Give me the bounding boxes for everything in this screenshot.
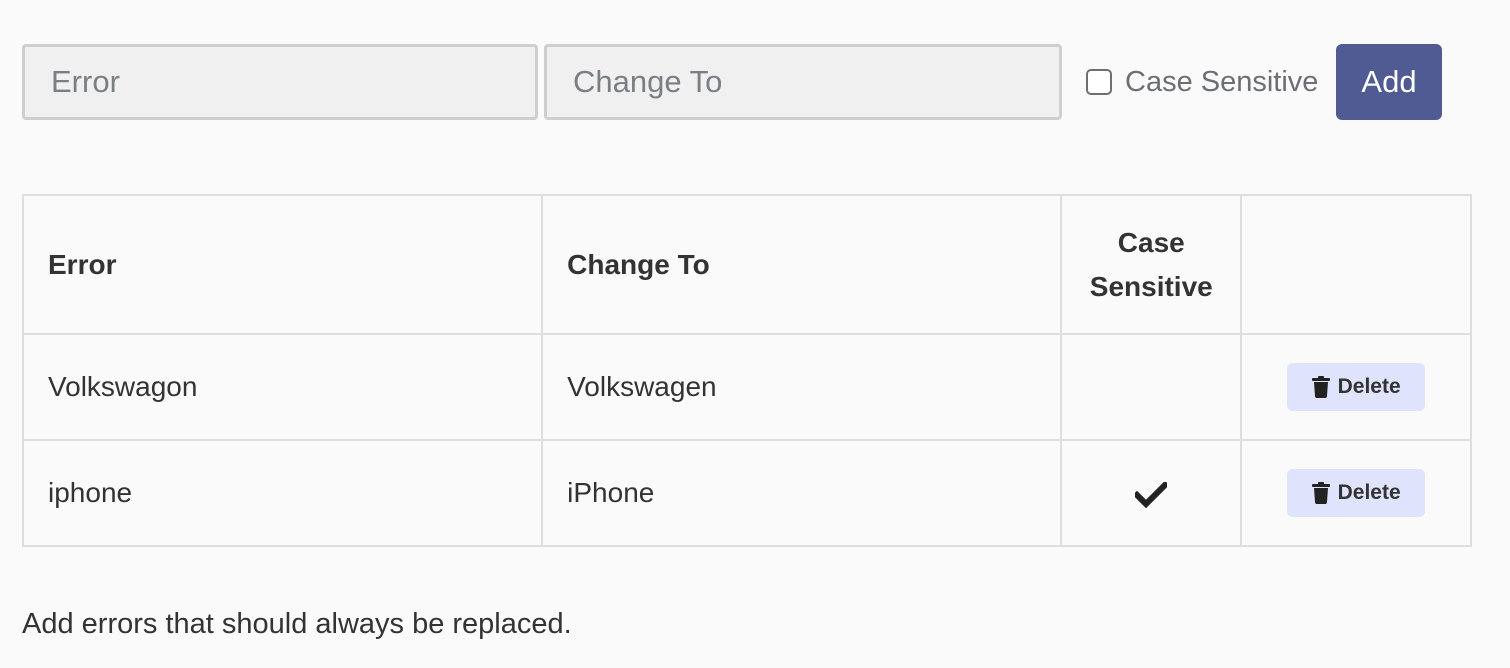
change-to-input[interactable] bbox=[544, 44, 1062, 120]
page: Case Sensitive Add Error Change To Case … bbox=[0, 0, 1510, 668]
error-input[interactable] bbox=[22, 44, 538, 120]
header-case-sensitive: Case Sensitive bbox=[1060, 194, 1243, 335]
add-button[interactable]: Add bbox=[1336, 44, 1442, 120]
row-actions: Delete bbox=[1240, 333, 1472, 441]
case-sensitive-option[interactable]: Case Sensitive bbox=[1086, 44, 1318, 120]
header-actions bbox=[1240, 194, 1472, 335]
row-error: Volkswagon bbox=[21, 333, 544, 441]
delete-label: Delete bbox=[1337, 481, 1401, 504]
help-text: Add errors that should always be replace… bbox=[22, 608, 572, 640]
row-change-to: Volkswagen bbox=[541, 333, 1063, 441]
trash-icon bbox=[1311, 482, 1330, 504]
table-row: Volkswagon Volkswagen Delete bbox=[21, 333, 1472, 441]
delete-button[interactable]: Delete bbox=[1287, 363, 1426, 411]
delete-label: Delete bbox=[1337, 375, 1401, 398]
delete-button[interactable]: Delete bbox=[1287, 469, 1426, 517]
row-case-sensitive bbox=[1060, 439, 1243, 547]
header-change-to: Change To bbox=[541, 194, 1063, 335]
check-icon bbox=[1135, 481, 1168, 508]
row-change-to: iPhone bbox=[541, 439, 1063, 547]
row-actions: Delete bbox=[1240, 439, 1472, 547]
row-error: iphone bbox=[21, 439, 544, 547]
case-sensitive-checkbox[interactable] bbox=[1086, 69, 1112, 95]
table-header-row: Error Change To Case Sensitive bbox=[21, 194, 1472, 335]
header-case-sensitive-label: Case Sensitive bbox=[1089, 226, 1213, 302]
trash-icon bbox=[1311, 376, 1330, 398]
rules-table: Error Change To Case Sensitive Volkswago… bbox=[21, 194, 1472, 547]
case-sensitive-label: Case Sensitive bbox=[1125, 65, 1319, 98]
header-error: Error bbox=[21, 194, 544, 335]
row-case-sensitive bbox=[1060, 333, 1243, 441]
add-rule-form: Case Sensitive Add bbox=[22, 44, 1442, 120]
table-row: iphone iPhone Delete bbox=[21, 439, 1472, 547]
